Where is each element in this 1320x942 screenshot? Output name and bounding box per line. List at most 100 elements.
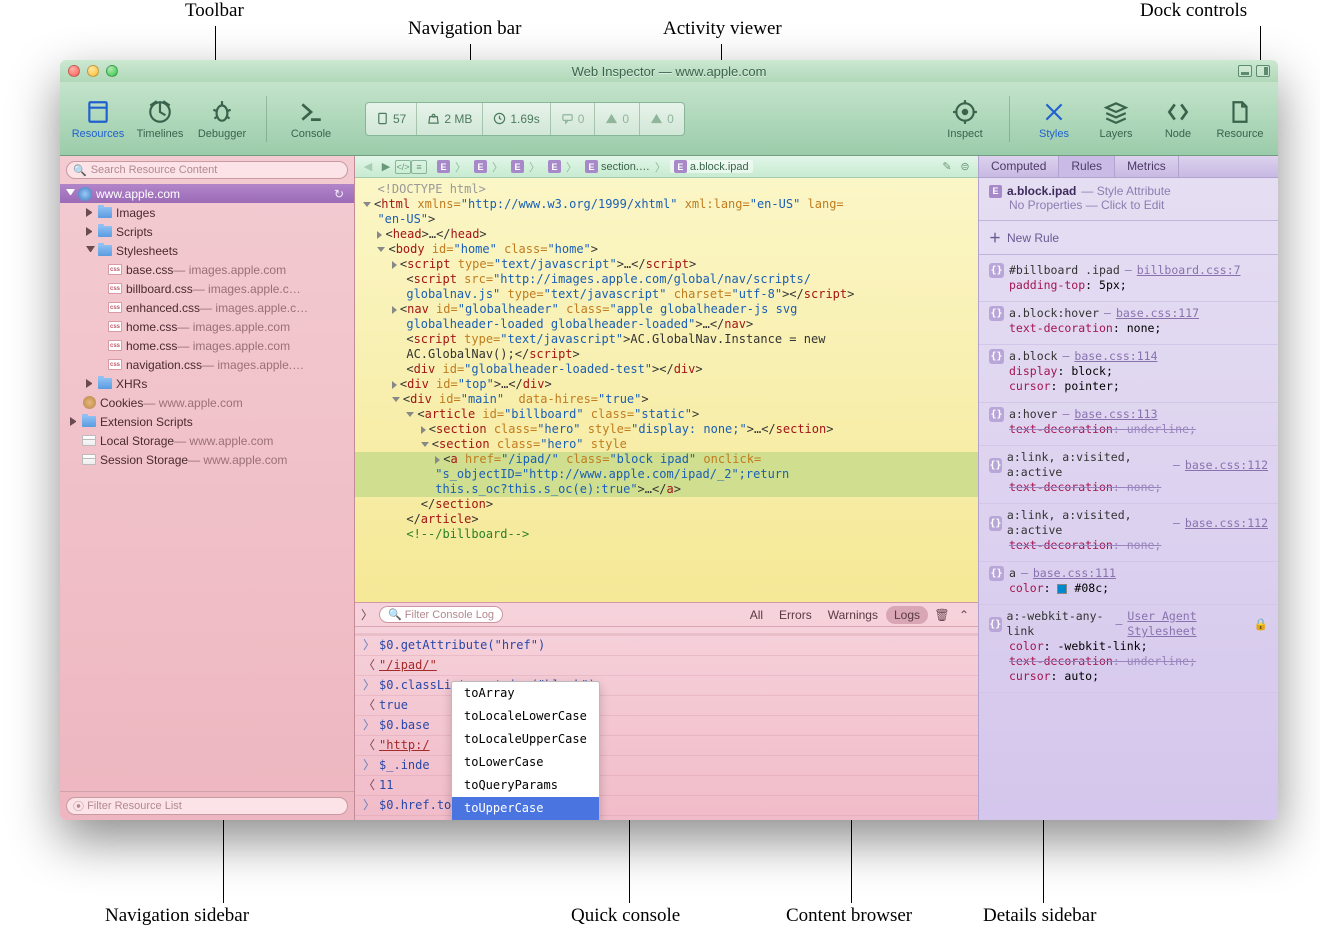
- style-rule[interactable]: {}#billboard .ipad — billboard.css:7padd…: [979, 259, 1278, 302]
- folder-icon: [98, 226, 112, 237]
- rule-source-link[interactable]: base.css:114: [1074, 349, 1157, 364]
- search-icon: 🔍: [388, 608, 402, 621]
- tree-css-item[interactable]: cssbillboard.css — images.apple.c…: [60, 279, 354, 298]
- tree-root[interactable]: www.apple.com ↻: [60, 184, 354, 203]
- crumb[interactable]: E〉: [507, 159, 544, 175]
- rule-source-link[interactable]: billboard.css:7: [1137, 263, 1241, 278]
- style-attribute-header[interactable]: Ea.block.ipad — Style Attribute No Prope…: [979, 178, 1278, 221]
- autocomplete-item-selected[interactable]: toUpperCase: [452, 797, 599, 820]
- paint-flashing-button[interactable]: ✎: [938, 159, 956, 175]
- rule-source-link[interactable]: base.css:111: [1033, 566, 1116, 581]
- color-swatch[interactable]: [1057, 584, 1067, 594]
- css-declaration[interactable]: display: block;: [1009, 364, 1268, 379]
- tab-computed[interactable]: Computed: [979, 156, 1059, 177]
- tree-scripts[interactable]: Scripts: [60, 222, 354, 241]
- inspect-icon: [951, 98, 979, 126]
- tab-metrics[interactable]: Metrics: [1115, 156, 1179, 177]
- css-declaration[interactable]: cursor: pointer;: [1009, 379, 1268, 394]
- timelines-tab[interactable]: Timelines: [130, 98, 190, 140]
- collapse-console-button[interactable]: ⌃: [956, 607, 972, 623]
- tree-css-item[interactable]: cssenhanced.css — images.apple.c…: [60, 298, 354, 317]
- tab-rules[interactable]: Rules: [1059, 156, 1115, 177]
- rule-source-link[interactable]: base.css:117: [1116, 306, 1199, 321]
- style-rule[interactable]: {}a — base.css:111color: #08c;: [979, 562, 1278, 605]
- style-rule[interactable]: {}a.block:hover — base.css:117text-decor…: [979, 302, 1278, 345]
- tree-xhrs[interactable]: XHRs: [60, 374, 354, 393]
- shadow-dom-button[interactable]: ⊜: [956, 159, 974, 175]
- dock-bottom-button[interactable]: [1238, 65, 1252, 77]
- style-rule[interactable]: {}a:-webkit-any-link — User Agent Styles…: [979, 605, 1278, 693]
- css-declaration[interactable]: text-decoration: underline;: [1009, 654, 1268, 669]
- style-rule[interactable]: {}a:hover — base.css:113text-decoration:…: [979, 403, 1278, 446]
- autocomplete-popup[interactable]: toArray toLocaleLowerCase toLocaleUpperC…: [451, 681, 600, 820]
- console-filter-warnings[interactable]: Warnings: [820, 606, 886, 624]
- crumb[interactable]: E〉: [470, 159, 507, 175]
- tree-css-item[interactable]: cssbase.css — images.apple.com: [60, 260, 354, 279]
- autocomplete-item[interactable]: toLocaleUpperCase: [452, 728, 599, 751]
- css-declaration[interactable]: color: #08c;: [1009, 581, 1268, 596]
- styles-panel[interactable]: Styles: [1024, 98, 1084, 140]
- css-declaration[interactable]: color: -webkit-link;: [1009, 639, 1268, 654]
- css-declaration[interactable]: text-decoration: none;: [1009, 480, 1268, 495]
- autocomplete-item[interactable]: toArray: [452, 682, 599, 705]
- console-filter-errors[interactable]: Errors: [771, 606, 820, 624]
- search-input[interactable]: 🔍 Search Resource Content: [66, 161, 348, 179]
- filter-input[interactable]: ⦿ Filter Resource List: [66, 797, 348, 815]
- activity-errors[interactable]: 0: [640, 103, 684, 135]
- dom-tree[interactable]: <!DOCTYPE html> <html xmlns="http://www.…: [355, 178, 978, 602]
- crumb[interactable]: E〉: [544, 159, 581, 175]
- clear-console-button[interactable]: 🗑: [934, 607, 950, 623]
- css-declaration[interactable]: text-decoration: none;: [1009, 538, 1268, 553]
- tree-css-item[interactable]: cssnavigation.css — images.apple.…: [60, 355, 354, 374]
- activity-logs[interactable]: 0: [551, 103, 596, 135]
- tree-cookies[interactable]: Cookies — www.apple.com: [60, 393, 354, 412]
- callout-quickconsole: Quick console: [571, 905, 680, 927]
- autocomplete-item[interactable]: toQueryParams: [452, 774, 599, 797]
- css-declaration[interactable]: padding-top: 5px;: [1009, 278, 1268, 293]
- crumb[interactable]: Esection.…〉: [581, 159, 670, 175]
- tree-css-item[interactable]: csshome.css — images.apple.com: [60, 336, 354, 355]
- dock-side-button[interactable]: [1256, 65, 1270, 77]
- style-rule[interactable]: {}a:link, a:visited, a:active — base.css…: [979, 446, 1278, 504]
- node-panel[interactable]: Node: [1148, 98, 1208, 140]
- activity-time[interactable]: 1.69s: [483, 103, 550, 135]
- autocomplete-item[interactable]: toLocaleLowerCase: [452, 705, 599, 728]
- style-rule[interactable]: {}a:link, a:visited, a:active — base.css…: [979, 504, 1278, 562]
- back-button[interactable]: ◀: [359, 159, 377, 175]
- rule-source-link[interactable]: User Agent Stylesheet: [1127, 609, 1248, 639]
- activity-warnings[interactable]: 0: [595, 103, 640, 135]
- tree-localstorage[interactable]: Local Storage — www.apple.com: [60, 431, 354, 450]
- rule-source-link[interactable]: base.css:112: [1185, 516, 1268, 531]
- tree-images[interactable]: Images: [60, 203, 354, 222]
- resource-panel[interactable]: Resource: [1210, 98, 1270, 140]
- css-declaration[interactable]: text-decoration: none;: [1009, 321, 1268, 336]
- activity-docs[interactable]: 57: [366, 103, 417, 135]
- tree-extscripts[interactable]: Extension Scripts: [60, 412, 354, 431]
- tree-css-item[interactable]: csshome.css — images.apple.com: [60, 317, 354, 336]
- forward-button[interactable]: ▶: [377, 159, 395, 175]
- crumb-selected[interactable]: Ea.block.ipad: [670, 160, 753, 173]
- inspect-button[interactable]: Inspect: [935, 98, 995, 140]
- reload-icon[interactable]: ↻: [334, 187, 348, 201]
- source-button[interactable]: ≡: [411, 160, 427, 174]
- crumb[interactable]: E〉: [433, 159, 470, 175]
- console-filter-input[interactable]: 🔍 Filter Console Log: [379, 606, 503, 623]
- tree-stylesheets[interactable]: Stylesheets: [60, 241, 354, 260]
- activity-size[interactable]: 2 MB: [417, 103, 483, 135]
- new-rule-button[interactable]: ＋New Rule: [979, 221, 1278, 255]
- dom-tree-button[interactable]: </>: [395, 160, 411, 174]
- resources-tab[interactable]: Resources: [68, 98, 128, 140]
- autocomplete-item[interactable]: toLowerCase: [452, 751, 599, 774]
- style-rule[interactable]: {}a.block — base.css:114display: block;c…: [979, 345, 1278, 403]
- console-filter-all[interactable]: All: [742, 606, 771, 624]
- tree-sessionstorage[interactable]: Session Storage — www.apple.com: [60, 450, 354, 469]
- layers-panel[interactable]: Layers: [1086, 98, 1146, 140]
- css-declaration[interactable]: cursor: auto;: [1009, 669, 1268, 684]
- console-tab[interactable]: Console: [281, 98, 341, 140]
- rule-source-link[interactable]: base.css:112: [1185, 458, 1268, 473]
- console-log[interactable]: 〉$0.getAttribute("href") 〈"/ipad/" 〉$0.c…: [355, 627, 978, 820]
- css-declaration[interactable]: text-decoration: underline;: [1009, 422, 1268, 437]
- debugger-tab[interactable]: Debugger: [192, 98, 252, 140]
- console-filter-logs[interactable]: Logs: [886, 606, 928, 624]
- rule-source-link[interactable]: base.css:113: [1074, 407, 1157, 422]
